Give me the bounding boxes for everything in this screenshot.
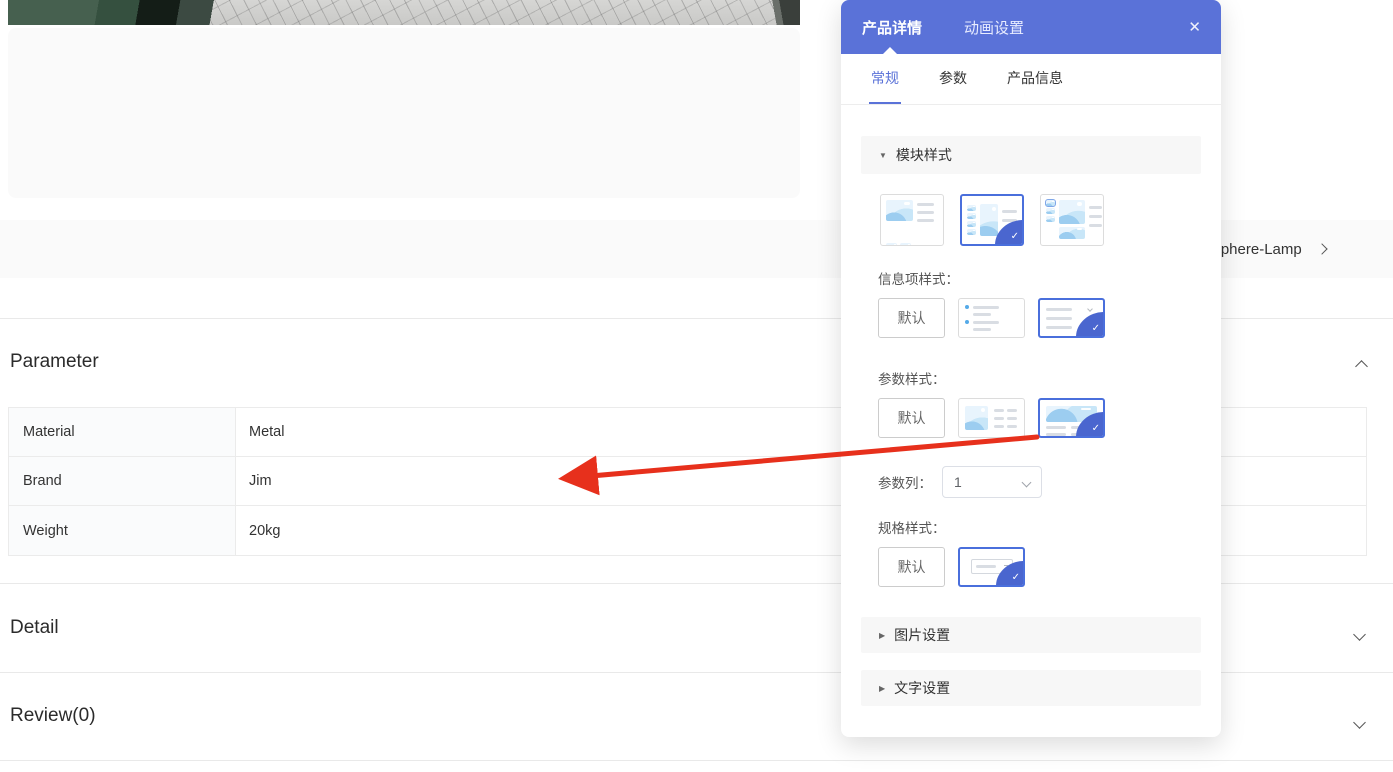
panel-tab-product-detail[interactable]: 产品详情 xyxy=(862,17,922,38)
close-icon[interactable]: ✕ xyxy=(1188,20,1201,35)
panel-header: 产品详情 动画设置 ✕ xyxy=(841,0,1221,54)
param-columns-select[interactable]: 1 xyxy=(942,466,1042,498)
chevron-down-icon xyxy=(1353,628,1366,641)
caret-right-icon: ▶ xyxy=(879,631,885,640)
param-style-options: 默认 xyxy=(878,398,1201,438)
select-arrow-icon xyxy=(1022,477,1032,487)
chevron-right-icon xyxy=(1316,243,1327,254)
product-photo xyxy=(8,0,800,25)
param-style-default-button[interactable]: 默认 xyxy=(878,398,945,438)
style-preview-image xyxy=(965,406,988,430)
module-style-option-3[interactable] xyxy=(1040,194,1104,246)
tab-general[interactable]: 常规 xyxy=(869,68,901,104)
panel-body: ▼ 模块样式 xyxy=(841,136,1221,706)
review-expand-button[interactable] xyxy=(1348,711,1370,733)
accordion-image-settings[interactable]: ▶ 图片设置 xyxy=(861,617,1201,653)
panel-subtabs: 常规 参数 产品信息 xyxy=(841,54,1221,105)
module-style-option-2-selected[interactable] xyxy=(960,194,1024,246)
breadcrumb[interactable]: osphere-Lamp xyxy=(1205,220,1326,278)
panel-tab-animation-settings[interactable]: 动画设置 xyxy=(964,17,1024,38)
accordion-label: 文字设置 xyxy=(894,678,950,698)
spec-style-default-button[interactable]: 默认 xyxy=(878,547,945,587)
info-item-style-label: 信息项样式： xyxy=(878,268,1201,288)
param-columns-value: 1 xyxy=(954,474,962,490)
detail-expand-button[interactable] xyxy=(1348,623,1370,645)
spec-style-option-2-selected[interactable] xyxy=(958,547,1025,587)
param-style-option-3-selected[interactable] xyxy=(1038,398,1105,438)
style-preview-thumbs xyxy=(1046,200,1055,222)
style-preview-image xyxy=(980,204,998,236)
accordion-label: 图片设置 xyxy=(894,625,950,645)
param-style-label: 参数样式： xyxy=(878,368,1201,388)
product-detail-placeholder xyxy=(8,28,800,198)
accordion-module-style[interactable]: ▼ 模块样式 xyxy=(861,136,1201,174)
info-item-style-option-2[interactable] xyxy=(958,298,1025,338)
style-preview-thumbs xyxy=(967,205,976,235)
table-row-label: Weight xyxy=(9,506,236,555)
info-item-style-options: 默认 xyxy=(878,298,1201,338)
info-item-style-option-3-selected[interactable] xyxy=(1038,298,1105,338)
accordion-text-settings[interactable]: ▶ 文字设置 xyxy=(861,670,1201,706)
table-row-label: Brand xyxy=(9,457,236,505)
module-style-options xyxy=(880,194,1201,246)
parameter-section-title: Parameter xyxy=(10,351,99,373)
caret-right-icon: ▶ xyxy=(879,684,885,693)
chevron-up-icon xyxy=(1355,360,1368,373)
param-columns-label: 参数列： xyxy=(878,472,932,492)
caret-down-icon: ▼ xyxy=(879,151,887,160)
param-columns-row: 参数列： 1 xyxy=(878,466,1201,498)
style-preview-select xyxy=(971,559,1013,574)
active-tab-pointer xyxy=(883,47,897,54)
style-preview-image xyxy=(1046,406,1097,422)
spec-style-options: 默认 xyxy=(878,547,1201,587)
tab-parameters[interactable]: 参数 xyxy=(937,68,969,104)
tab-product-info[interactable]: 产品信息 xyxy=(1005,68,1065,104)
spec-style-label: 规格样式： xyxy=(878,517,1201,537)
detail-section-title: Detail xyxy=(10,617,59,639)
style-preview-image xyxy=(886,200,913,221)
divider xyxy=(0,760,1393,761)
info-item-style-default-button[interactable]: 默认 xyxy=(878,298,945,338)
module-style-option-1[interactable] xyxy=(880,194,944,246)
table-row-label: Material xyxy=(9,408,236,456)
chevron-down-icon xyxy=(1353,716,1366,729)
parameter-collapse-button[interactable] xyxy=(1350,355,1372,377)
review-section-title: Review(0) xyxy=(10,705,96,727)
page: osphere-Lamp Parameter Material Metal Br… xyxy=(0,0,1393,772)
style-preview-image xyxy=(1059,200,1085,224)
product-detail-settings-panel: 产品详情 动画设置 ✕ 常规 参数 产品信息 ▼ 模块样式 xyxy=(841,0,1221,737)
param-style-option-2[interactable] xyxy=(958,398,1025,438)
accordion-label: 模块样式 xyxy=(896,145,952,165)
